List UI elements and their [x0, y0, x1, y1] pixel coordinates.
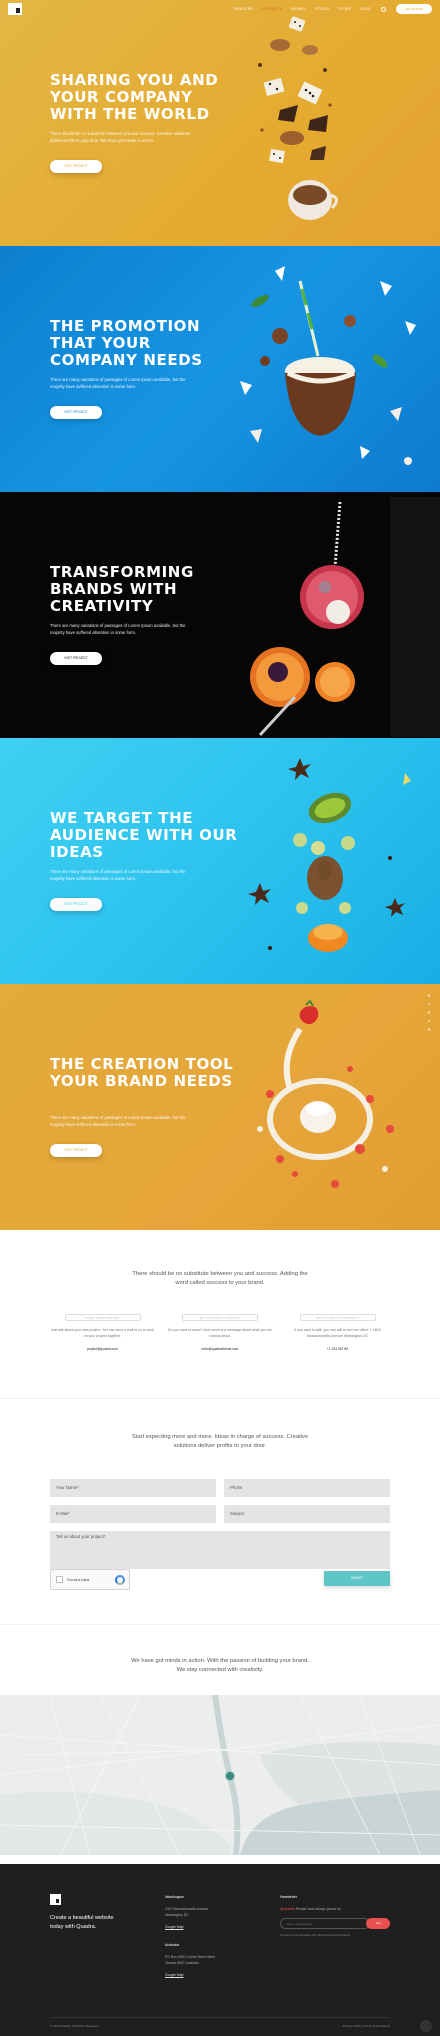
- footer-newsletter: Newsletter @Quadra People have always jo…: [280, 1894, 341, 1912]
- visit-project-button[interactable]: Visit Project: [50, 160, 102, 173]
- location-map[interactable]: [0, 1695, 440, 1855]
- slider-dot[interactable]: [427, 1011, 430, 1014]
- newsletter-highlight: @Quadra: [280, 1907, 295, 1911]
- hero-slide-5: The creation tool your brand needs There…: [0, 984, 440, 1230]
- main-nav: Services Projects Works Studio Store Blo…: [233, 7, 371, 11]
- cookies-coffee-image: [258, 16, 338, 220]
- fruit-dessert-image: [250, 497, 440, 737]
- newsletter-email-input[interactable]: Your e-mail address: [280, 1918, 370, 1929]
- footer-address-line: Victoria 8007 Australia: [165, 1961, 199, 1965]
- nav-item-blog[interactable]: Blog: [360, 7, 371, 11]
- newsletter-message: People have always joined us.: [295, 1907, 342, 1911]
- slider-dot[interactable]: [427, 1019, 430, 1022]
- slide-text: There are many variations of passages of…: [50, 623, 186, 635]
- footer-col-heading: Washington: [165, 1895, 184, 1899]
- strawberry-cream-image: [257, 999, 394, 1188]
- slide-text: There are many variations of passages of…: [50, 377, 186, 389]
- nav-item-works[interactable]: Works: [291, 7, 305, 11]
- card-contact: Do you want to contact? If you want to t…: [285, 1314, 390, 1351]
- hero-slide-1: Sharing you and your company with the wo…: [0, 0, 440, 246]
- get-quote-button[interactable]: Get Quote: [396, 4, 432, 14]
- newsletter-heading: Newsletter: [280, 1895, 297, 1899]
- slide-text: There are many variations of passages of…: [50, 869, 186, 881]
- site-footer: Create a beautiful website today with Qu…: [0, 1864, 440, 2036]
- nav-item-store[interactable]: Store: [338, 7, 351, 11]
- nav-item-services[interactable]: Services: [233, 7, 253, 11]
- google-map-link[interactable]: Google Map: [165, 1924, 208, 1930]
- card-text: Do you want to leave? Just send us a mes…: [167, 1328, 273, 1338]
- contact-cards: Start a new project Just talk about your…: [50, 1314, 390, 1351]
- contact-form-section: Start expecting more and more. Ideas in …: [0, 1398, 440, 1624]
- map-graphic: [0, 1695, 440, 1855]
- google-map-link[interactable]: Google Map: [165, 1972, 215, 1978]
- footer-col-australia: Australia PO Box 1600 Collins Street Wes…: [165, 1942, 215, 1978]
- coconut-drink-image: [240, 266, 416, 465]
- search-icon[interactable]: [381, 6, 386, 12]
- slider-dot[interactable]: [427, 994, 430, 997]
- intro-lead: There should be no substitute between yo…: [132, 1271, 308, 1286]
- hero-slide-3: Transforming brands with creativity Ther…: [0, 492, 440, 738]
- message-field[interactable]: Tell us about your project*: [50, 1531, 390, 1569]
- contact-lead: Start expecting more and more. Ideas in …: [131, 1434, 309, 1449]
- slide-title: Sharing you and your company with the wo…: [50, 71, 219, 123]
- recaptcha-widget: I'm not a robot: [50, 1569, 130, 1590]
- card-text: If you want to talk, you can call or tex…: [294, 1328, 381, 1338]
- footer-tagline: Create a beautiful website today with Qu…: [50, 1915, 114, 1930]
- phone-field[interactable]: Phone: [224, 1479, 390, 1497]
- slide-title: The promotion that your company needs: [50, 317, 203, 369]
- hero-slide-4: We target the audience with our ideas Th…: [0, 738, 440, 984]
- logo[interactable]: [8, 3, 22, 15]
- visit-project-button[interactable]: Visit Project: [50, 406, 102, 419]
- name-field[interactable]: Your Name*: [50, 1479, 216, 1497]
- card-join-us: Do you want to join us? Do you want to l…: [168, 1314, 273, 1351]
- map-pin-icon[interactable]: [225, 1771, 235, 1781]
- copyright: © 2024 Quadra. All Rights Reserved.: [50, 2024, 100, 2028]
- visit-project-button[interactable]: Visit Project: [50, 1144, 102, 1157]
- slider-dot[interactable]: [427, 1028, 430, 1031]
- visit-project-button[interactable]: Visit Project: [50, 652, 102, 665]
- slider-dot[interactable]: [427, 1002, 430, 1005]
- footer-address-line: Washington DC: [165, 1913, 189, 1917]
- newsletter-text: @Quadra People have always joined us.: [280, 1906, 341, 1912]
- visit-project-button[interactable]: Visit Project: [50, 898, 102, 911]
- legal-links[interactable]: Privacy Policy | Terms & Conditions: [343, 2024, 390, 2028]
- card-tag: Start a new project: [64, 1314, 141, 1321]
- card-link[interactable]: hello@quadratheme.com: [168, 1347, 273, 1351]
- slide-title: We target the audience with our ideas: [50, 809, 238, 861]
- email-field[interactable]: E-Mail*: [50, 1505, 216, 1523]
- map-section: We have got minds in action. With the pa…: [0, 1624, 440, 1864]
- captcha-checkbox[interactable]: [56, 1576, 63, 1583]
- subject-field[interactable]: Subject: [224, 1505, 390, 1523]
- card-text: Just talk about your new project. You ca…: [50, 1328, 155, 1338]
- slider-dots: [427, 994, 430, 1031]
- slide-text: There should be no substitute between yo…: [50, 131, 191, 143]
- nav-item-projects[interactable]: Projects: [262, 7, 283, 11]
- card-link[interactable]: +1 234 567 89: [285, 1347, 390, 1351]
- card-link[interactable]: project@quadra.com: [50, 1347, 155, 1351]
- hero-slide-2: The promotion that your company needs Th…: [0, 246, 440, 492]
- map-lead: We have got minds in action. With the pa…: [131, 1658, 309, 1673]
- site-header: Services Projects Works Studio Store Blo…: [0, 0, 440, 18]
- nav-item-studio[interactable]: Studio: [315, 7, 330, 11]
- card-new-project: Start a new project Just talk about your…: [50, 1314, 155, 1351]
- newsletter-join-button[interactable]: Join: [366, 1918, 390, 1929]
- intro-section: There should be no substitute between yo…: [0, 1230, 440, 1398]
- footer-col-heading: Australia: [165, 1943, 179, 1947]
- slide-text: There are many variations of passages of…: [50, 1115, 186, 1127]
- footer-logo[interactable]: [50, 1894, 61, 1905]
- slide-title: The creation tool your brand needs: [50, 1055, 234, 1090]
- footer-col-washington: Washington 2412 Massachusetts Avenue Was…: [165, 1894, 208, 1930]
- fruit-stack-image: [248, 758, 411, 952]
- back-to-top-button[interactable]: [420, 2020, 432, 2032]
- slide-title: Transforming brands with creativity: [50, 563, 194, 615]
- captcha-label: I'm not a robot: [67, 1577, 90, 1582]
- submit-button[interactable]: Submit: [324, 1571, 390, 1586]
- recaptcha-icon: [115, 1574, 125, 1585]
- newsletter-note: You can get our newsletter with subscrip…: [280, 1934, 351, 1937]
- card-tag: Do you want to join us?: [182, 1314, 258, 1321]
- card-tag: Do you want to contact?: [299, 1314, 376, 1321]
